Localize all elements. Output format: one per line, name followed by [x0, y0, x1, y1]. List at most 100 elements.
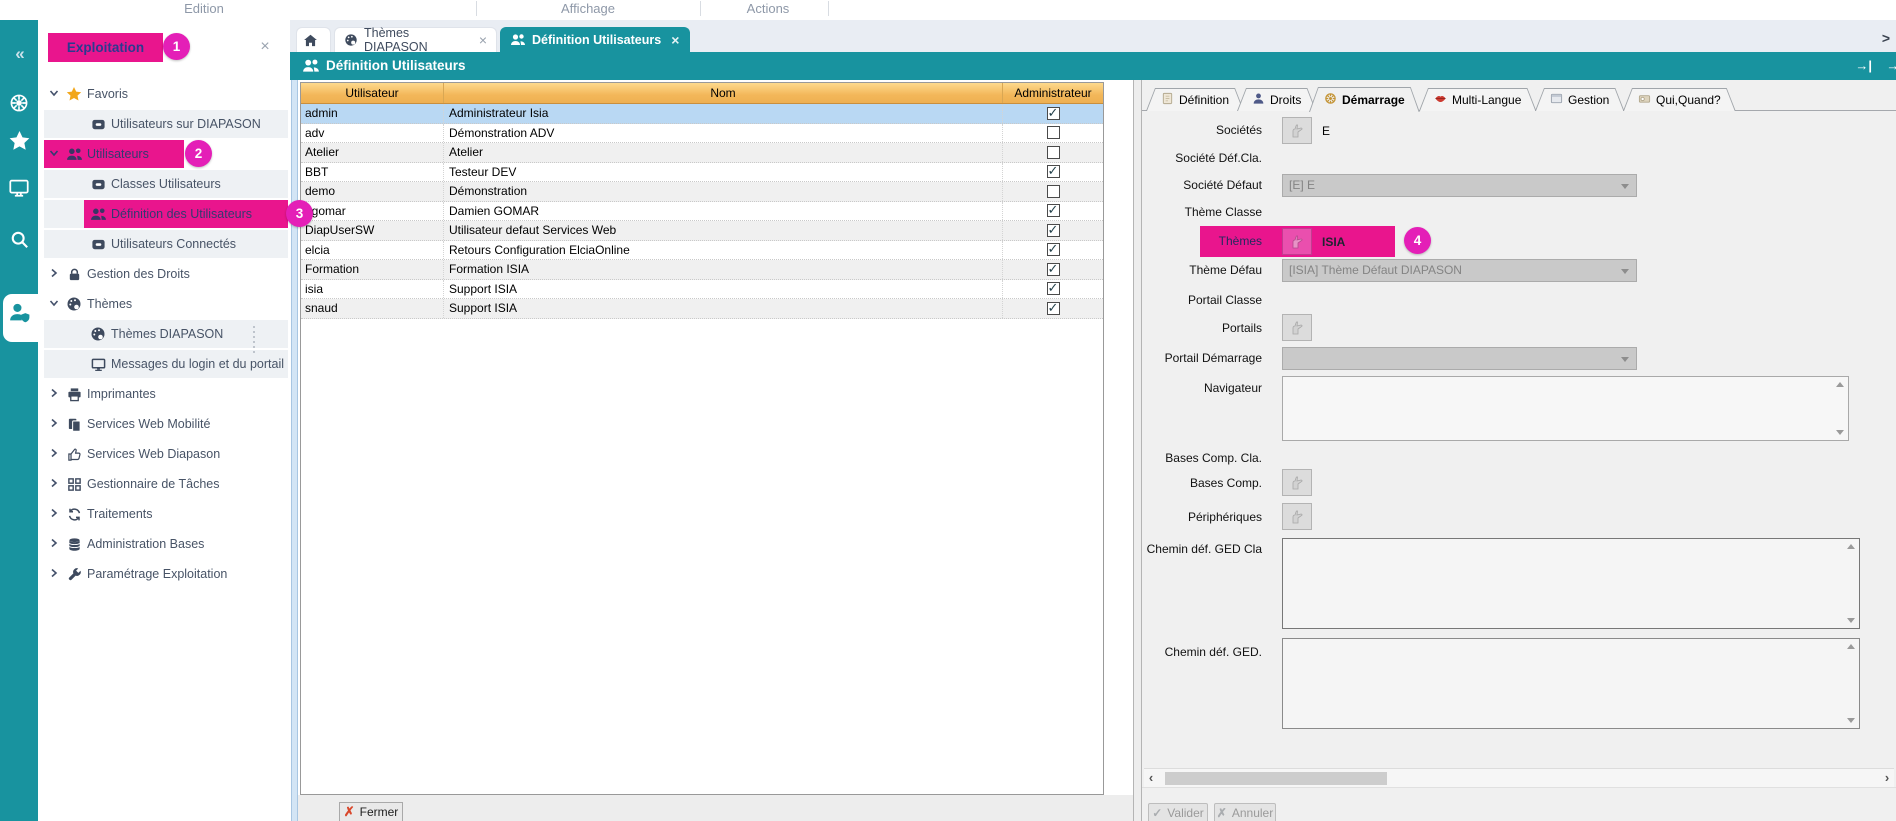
- tree-item-gestionnaire-de-taches[interactable]: Gestionnaire de Tâches: [38, 469, 290, 499]
- tree-item-messages-login-portail[interactable]: Messages du login et du portail: [38, 349, 290, 379]
- themes-picker-button[interactable]: [1282, 228, 1312, 255]
- scrollbar-thumb[interactable]: [1165, 772, 1387, 785]
- table-row[interactable]: BBT Testeur DEV: [301, 163, 1103, 183]
- portail-demarrage-select[interactable]: [1282, 347, 1637, 370]
- chevron-down-icon[interactable]: [46, 87, 62, 101]
- valider-button[interactable]: ✓ Valider: [1148, 803, 1208, 821]
- star-icon[interactable]: [0, 130, 38, 151]
- admin-checkbox[interactable]: [1047, 302, 1060, 315]
- admin-checkbox[interactable]: [1047, 263, 1060, 276]
- tab-home[interactable]: [296, 27, 331, 52]
- chevron-right-icon[interactable]: [46, 537, 62, 551]
- column-header-nom[interactable]: Nom: [444, 83, 1003, 103]
- search-icon[interactable]: [0, 229, 38, 250]
- annuler-button[interactable]: ✗ Annuler: [1214, 803, 1276, 821]
- tab-definition[interactable]: Définition: [1146, 88, 1244, 111]
- menu-edition[interactable]: Edition: [184, 0, 224, 18]
- table-row[interactable]: Formation Formation ISIA: [301, 260, 1103, 280]
- collapse-sidebar-icon[interactable]: «: [0, 44, 38, 64]
- admin-checkbox[interactable]: [1047, 146, 1060, 159]
- tab-demarrage[interactable]: Démarrage: [1309, 87, 1420, 112]
- scroll-up-icon[interactable]: [1836, 382, 1844, 387]
- user-shield-icon[interactable]: [0, 300, 38, 325]
- navigateur-textarea[interactable]: [1282, 376, 1849, 441]
- scroll-down-icon[interactable]: [1847, 618, 1855, 623]
- tab-multi-langue[interactable]: Multi-Langue: [1419, 88, 1536, 111]
- scroll-up-icon[interactable]: [1847, 644, 1855, 649]
- vertical-splitter[interactable]: [1133, 80, 1142, 821]
- horizontal-scrollbar[interactable]: ‹ ›: [1144, 768, 1894, 787]
- close-icon[interactable]: ×: [479, 32, 487, 48]
- chevron-right-icon[interactable]: [46, 477, 62, 491]
- portails-picker-button[interactable]: [1282, 314, 1312, 341]
- chemin-ged-cla-textarea[interactable]: [1282, 538, 1860, 629]
- chevron-right-icon[interactable]: [46, 567, 62, 581]
- table-row[interactable]: dgomar Damien GOMAR: [301, 202, 1103, 222]
- tab-definition-utilisateurs[interactable]: Définition Utilisateurs ×: [500, 27, 690, 52]
- admin-checkbox[interactable]: [1047, 204, 1060, 217]
- tree-item-utilisateurs-sur-diapason[interactable]: Utilisateurs sur DIAPASON: [38, 109, 290, 139]
- table-row[interactable]: Atelier Atelier: [301, 143, 1103, 163]
- admin-checkbox[interactable]: [1047, 107, 1060, 120]
- menu-affichage[interactable]: Affichage: [561, 0, 615, 18]
- pin-panel-icon[interactable]: →|: [1855, 58, 1872, 73]
- chevron-right-icon[interactable]: [46, 267, 62, 281]
- table-row[interactable]: snaud Support ISIA: [301, 299, 1103, 319]
- tree-item-administration-bases[interactable]: Administration Bases: [38, 529, 290, 559]
- tree-item-utilisateurs[interactable]: Utilisateurs: [38, 139, 290, 169]
- column-header-utilisateur[interactable]: Utilisateur: [301, 83, 444, 103]
- peripheriques-picker-button[interactable]: [1282, 503, 1312, 530]
- tree-item-utilisateurs-connectes[interactable]: Utilisateurs Connectés: [38, 229, 290, 259]
- table-row[interactable]: demo Démonstration: [301, 182, 1103, 202]
- tree-item-services-web-diapason[interactable]: Services Web Diapason: [38, 439, 290, 469]
- scroll-left-icon[interactable]: ‹: [1144, 769, 1158, 788]
- panel-splitter-grip[interactable]: [253, 326, 255, 353]
- table-row[interactable]: elcia Retours Configuration ElciaOnline: [301, 241, 1103, 261]
- wheel-icon[interactable]: [0, 92, 38, 114]
- tree-item-imprimantes[interactable]: Imprimantes: [38, 379, 290, 409]
- bases-comp-picker-button[interactable]: [1282, 469, 1312, 496]
- admin-checkbox[interactable]: [1047, 185, 1060, 198]
- tab-gestion[interactable]: Gestion: [1535, 88, 1624, 111]
- tree-item-definition-des-utilisateurs[interactable]: Définition des Utilisateurs: [38, 199, 290, 229]
- admin-checkbox[interactable]: [1047, 165, 1060, 178]
- table-row[interactable]: admin Administrateur Isia: [301, 104, 1103, 124]
- close-icon[interactable]: ×: [256, 38, 274, 56]
- tree-item-themes[interactable]: Thèmes: [38, 289, 290, 319]
- fermer-button[interactable]: ✗ Fermer: [339, 802, 403, 821]
- chemin-ged-textarea[interactable]: [1282, 638, 1860, 729]
- tab-themes-diapason[interactable]: Thèmes DIAPASON ×: [334, 27, 497, 52]
- admin-checkbox[interactable]: [1047, 126, 1060, 139]
- menu-actions[interactable]: Actions: [747, 0, 790, 18]
- tree-item-classes-utilisateurs[interactable]: Classes Utilisateurs: [38, 169, 290, 199]
- societe-defaut-select[interactable]: [E] E: [1282, 174, 1637, 197]
- tab-qui-quand[interactable]: Qui,Quand?: [1623, 88, 1736, 111]
- monitor-icon[interactable]: [0, 177, 38, 199]
- table-row[interactable]: isia Support ISIA: [301, 280, 1103, 300]
- table-row[interactable]: adv Démonstration ADV: [301, 124, 1103, 144]
- tree-item-gestion-des-droits[interactable]: Gestion des Droits: [38, 259, 290, 289]
- pin-panel-icon[interactable]: →|: [1886, 58, 1896, 73]
- admin-checkbox[interactable]: [1047, 224, 1060, 237]
- tree-item-services-web-mobilite[interactable]: Services Web Mobilité: [38, 409, 290, 439]
- tree-item-traitements[interactable]: Traitements: [38, 499, 290, 529]
- chevron-down-icon[interactable]: [46, 297, 62, 311]
- admin-checkbox[interactable]: [1047, 243, 1060, 256]
- tab-droits[interactable]: Droits: [1237, 88, 1316, 111]
- theme-defaut-select[interactable]: [ISIA] Thème Défaut DIAPASON: [1282, 259, 1637, 282]
- scroll-down-icon[interactable]: [1847, 718, 1855, 723]
- chevron-right-icon[interactable]: [46, 507, 62, 521]
- chevron-down-icon[interactable]: [46, 147, 62, 161]
- chevron-right-icon[interactable]: [46, 387, 62, 401]
- table-row[interactable]: DiapUserSW Utilisateur defaut Services W…: [301, 221, 1103, 241]
- tree-panel-title[interactable]: Exploitation: [48, 33, 163, 62]
- admin-checkbox[interactable]: [1047, 282, 1060, 295]
- tab-overflow-icon[interactable]: >: [1882, 30, 1890, 46]
- scroll-down-icon[interactable]: [1836, 430, 1844, 435]
- chevron-right-icon[interactable]: [46, 447, 62, 461]
- societes-picker-button[interactable]: [1282, 117, 1312, 144]
- close-icon[interactable]: ×: [671, 32, 679, 48]
- scroll-up-icon[interactable]: [1847, 544, 1855, 549]
- column-header-administrateur[interactable]: Administrateur: [1003, 83, 1103, 103]
- tree-item-parametrage-exploitation[interactable]: Paramétrage Exploitation: [38, 559, 290, 589]
